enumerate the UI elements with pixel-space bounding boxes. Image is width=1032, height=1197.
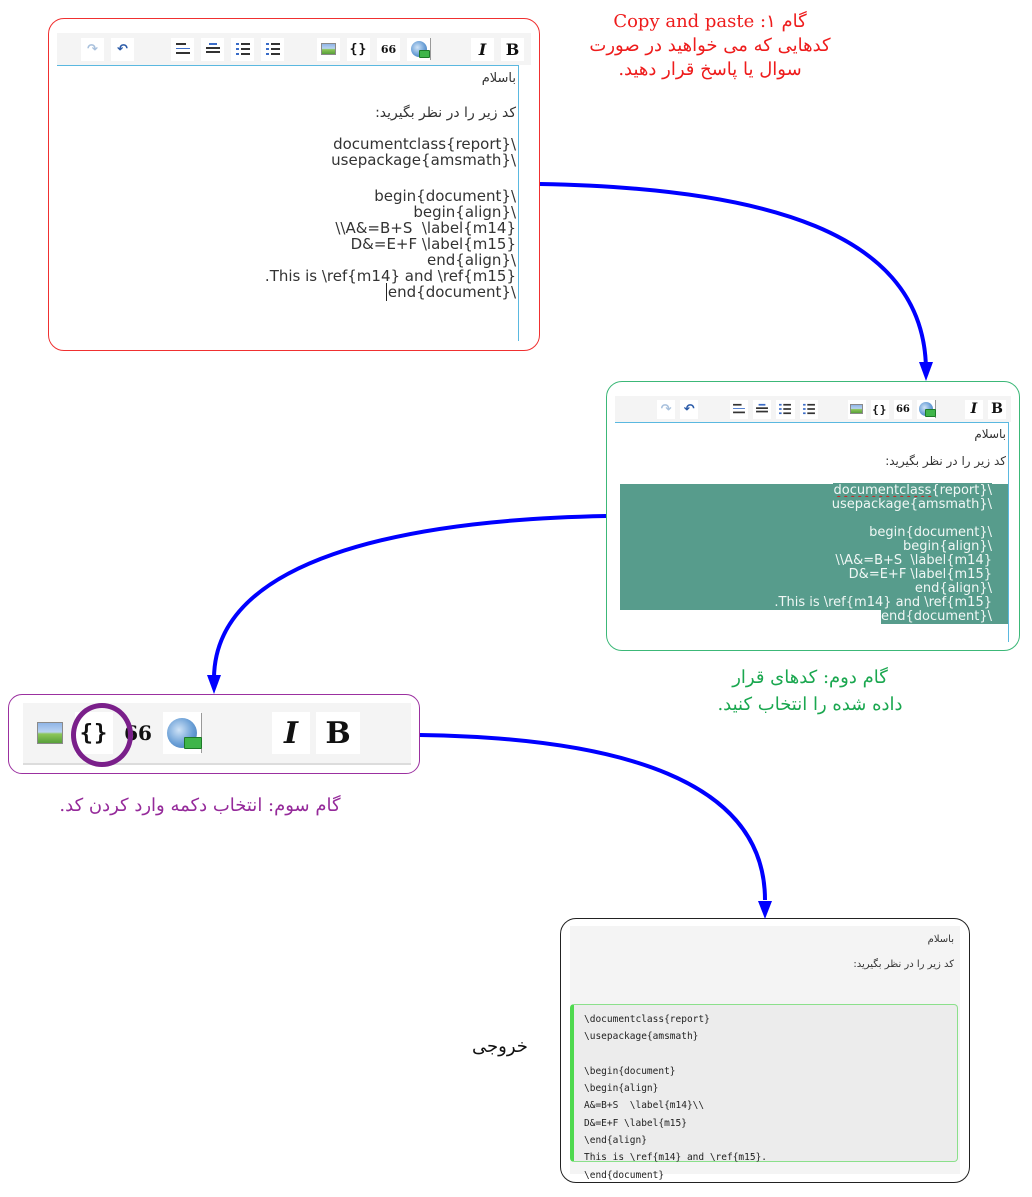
arrow-step3-to-output [419, 733, 767, 901]
step1-caption: گام ۱: Copy and paste کدهایی که می خواهی… [560, 10, 860, 82]
output-label: خروجی [472, 1036, 528, 1057]
code-button-highlight-circle [71, 703, 133, 767]
align-right-icon[interactable] [171, 37, 194, 61]
code-line: D&=E+F \label{m15} [848, 567, 992, 582]
code-line: \end{align} [584, 1135, 647, 1147]
code-line: \usepackage{amsmath} [831, 497, 992, 512]
bullet-list-icon[interactable] [231, 37, 254, 61]
step2-caption: گام دوم: کدهای قرار داده شده را انتخاب ک… [660, 664, 960, 718]
italic-icon[interactable]: I [471, 37, 494, 61]
align-center-icon[interactable] [201, 37, 224, 61]
code-line: \begin{align} [584, 1083, 659, 1095]
code-line: A&=B+S \label{m14}\\ [835, 553, 992, 568]
step1-caption-line: سوال یا پاسخ قرار دهید. [618, 59, 802, 80]
insert-link-icon[interactable] [163, 712, 202, 754]
code-line: A&=B+S \label{m14}\\ [584, 1100, 705, 1112]
insert-link-icon[interactable] [917, 399, 937, 419]
code-line: \usepackage{amsmath} [584, 1031, 699, 1043]
code-line: \documentclass{report} [584, 1014, 710, 1025]
bullet-list-icon[interactable] [776, 399, 795, 419]
code-icon[interactable]: {} [347, 37, 370, 61]
insert-image-icon[interactable] [847, 399, 866, 419]
spellcheck-underline: documentclass [833, 483, 932, 498]
align-right-icon[interactable] [730, 399, 749, 419]
numbered-list-icon[interactable] [799, 399, 818, 419]
step3-toolbar-frame: {} 66 I B [8, 694, 420, 774]
code-line: D&=E+F \label{m15} [584, 1117, 687, 1129]
intro-text: کد زیر را در نظر بگیرید: [853, 959, 954, 970]
toolbar-separator [430, 38, 431, 60]
arrow-step1-to-step2 [539, 182, 928, 371]
editor-toolbar: ↷ ↶ {} 66 I B [615, 396, 1011, 422]
align-center-icon[interactable] [753, 399, 772, 419]
step2-editor-frame: ↷ ↶ {} 66 I B باسلام کد زیر را در نظر بگ… [606, 381, 1020, 651]
selected-code-block[interactable]: \documentclass{report} \usepackage{amsma… [615, 483, 1008, 624]
code-line: \begin{align} [413, 203, 516, 221]
code-block: \documentclass{report} \usepackage{amsma… [570, 1004, 958, 1181]
step2-editor-content[interactable]: باسلام کد زیر را در نظر بگیرید: \documen… [615, 422, 1009, 642]
insert-image-icon[interactable] [317, 37, 340, 61]
code-line: D&=E+F \label{m15} [350, 235, 516, 253]
code-line: \end{document} [584, 1169, 665, 1181]
step3-caption: گام سوم: انتخاب دکمه وارد کردن کد. [59, 795, 341, 816]
bold-icon[interactable]: B [501, 37, 524, 61]
arrowhead-step3 [207, 675, 221, 694]
italic-icon[interactable]: I [272, 712, 310, 754]
text-cursor [385, 283, 387, 301]
insert-image-icon[interactable] [31, 712, 69, 754]
code-line: \end{document} [385, 283, 516, 301]
code-icon[interactable]: {} [870, 399, 889, 419]
step2-caption-line: گام دوم: کدهای قرار [732, 667, 888, 688]
step1-caption-line: کدهایی که می خواهید در صورت [589, 35, 831, 56]
quote-icon[interactable]: 66 [377, 37, 400, 61]
insert-link-icon[interactable] [407, 37, 430, 61]
redo-icon[interactable]: ↷ [657, 399, 676, 419]
step1-editor-frame: ↷ ↶ {} 66 I B باسلام کد زیر را در نظر بگ… [48, 18, 540, 351]
output-preview: باسلام کد زیر را در نظر بگیرید: \documen… [570, 926, 960, 1181]
code-line: \begin{align} [903, 539, 992, 554]
numbered-list-icon[interactable] [261, 37, 284, 61]
undo-icon[interactable]: ↶ [680, 399, 699, 419]
quote-icon[interactable]: 66 [893, 399, 912, 419]
code-text-block: \documentclass{report} \usepackage{amsma… [57, 122, 518, 301]
code-line: \end{align} [914, 581, 992, 596]
code-line: A&=B+S \label{m14}\\ [335, 219, 516, 237]
code-line: \begin{document} [584, 1065, 676, 1077]
italic-icon[interactable]: I [964, 399, 983, 419]
code-line: \end{document} [880, 609, 992, 624]
bold-icon[interactable]: B [987, 399, 1007, 419]
undo-icon[interactable]: ↶ [111, 37, 134, 61]
editor-toolbar: ↷ ↶ {} 66 I B [57, 33, 531, 65]
greeting-text: باسلام [927, 934, 954, 945]
step2-caption-line: داده شده را انتخاب کنید. [717, 694, 903, 715]
intro-text: کد زیر را در نظر بگیرید: [375, 105, 516, 121]
step1-editor-content[interactable]: باسلام کد زیر را در نظر بگیرید: \documen… [57, 65, 519, 341]
redo-icon[interactable]: ↷ [81, 37, 104, 61]
intro-text: کد زیر را در نظر بگیرید: [885, 454, 1006, 468]
code-line: \end{align} [427, 251, 516, 269]
arrowhead-output [758, 901, 772, 919]
code-line: \documentclass{report} [833, 483, 992, 498]
arrow-step2-to-step3 [212, 514, 607, 679]
code-line: \usepackage{amsmath} [331, 151, 516, 169]
code-line: \begin{document} [374, 187, 516, 205]
greeting-text: باسلام [974, 427, 1006, 441]
greeting-text: باسلام [481, 71, 516, 86]
code-line: \begin{document} [869, 525, 992, 540]
code-line: \documentclass{report} [333, 135, 516, 153]
arrowhead-step2 [919, 362, 933, 381]
step1-caption-line: گام ۱: Copy and paste [613, 11, 807, 32]
code-line: This is \ref{m14} and \ref{m15}. [774, 595, 992, 610]
output-preview-frame: باسلام کد زیر را در نظر بگیرید: \documen… [560, 918, 970, 1183]
code-line: This is \ref{m14} and \ref{m15}. [264, 267, 516, 285]
code-line: This is \ref{m14} and \ref{m15}. [584, 1152, 768, 1164]
bold-icon[interactable]: B [316, 712, 360, 754]
